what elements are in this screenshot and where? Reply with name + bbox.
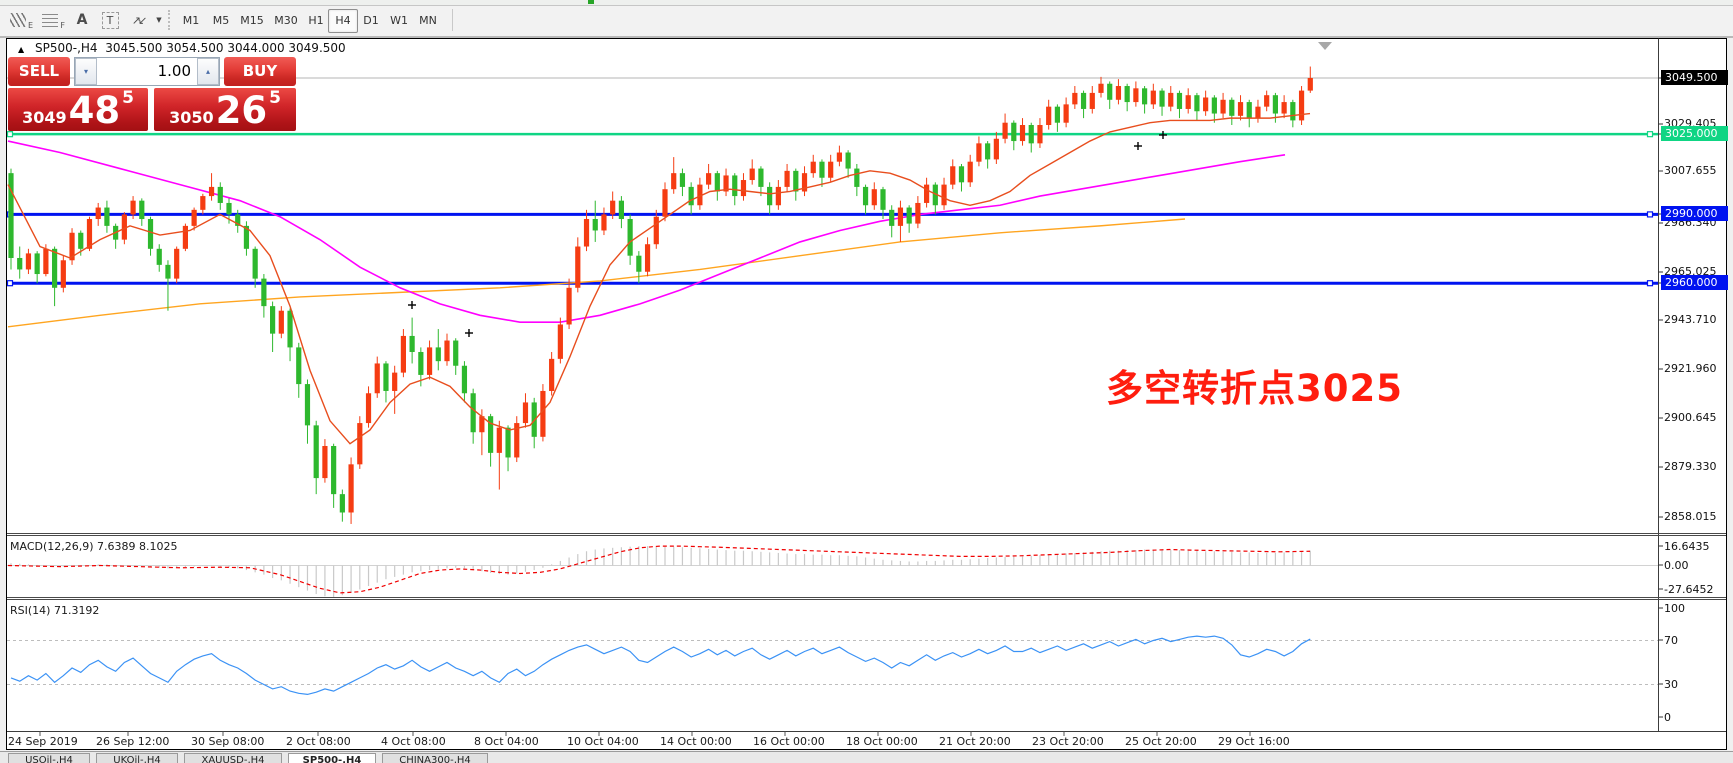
price-axis-label: 2900.645 bbox=[1664, 411, 1728, 425]
price-level-badge: 2990.000 bbox=[1661, 206, 1728, 221]
ask-price-small: 3050 bbox=[169, 107, 214, 129]
time-axis-label: 18 Oct 00:00 bbox=[846, 735, 918, 748]
price-axis-label: 2858.015 bbox=[1664, 510, 1728, 524]
bid-price-display[interactable]: 3049485 bbox=[8, 88, 148, 131]
one-click-trade-panel: SELL ▾ 1.00 ▴ BUY 3049485 3050265 bbox=[8, 57, 296, 131]
rsi-axis-label: 100 bbox=[1664, 602, 1728, 616]
sell-button[interactable]: SELL bbox=[8, 57, 70, 86]
line-handle[interactable] bbox=[1648, 212, 1653, 217]
price-axis-label: 3007.655 bbox=[1664, 164, 1728, 178]
time-axis-label: 10 Oct 04:00 bbox=[567, 735, 639, 748]
volume-input[interactable]: 1.00 bbox=[97, 58, 197, 85]
chart-tab-usoilh4[interactable]: USOil-,H4 bbox=[8, 753, 90, 763]
line-handle[interactable] bbox=[1648, 132, 1653, 137]
time-axis-label: 2 Oct 08:00 bbox=[286, 735, 351, 748]
chart-title: ▲ SP500-,H4 3045.500 3054.500 3044.000 3… bbox=[18, 41, 346, 55]
buy-button[interactable]: BUY bbox=[224, 57, 296, 86]
macd-indicator-label: MACD(12,26,9) 7.6389 8.1025 bbox=[10, 540, 178, 553]
time-axis-label: 8 Oct 04:00 bbox=[474, 735, 539, 748]
rsi-axis-label: 30 bbox=[1664, 678, 1728, 692]
line-handle[interactable] bbox=[1648, 281, 1653, 286]
time-axis-label: 24 Sep 2019 bbox=[8, 735, 78, 748]
rsi-indicator-label: RSI(14) 71.3192 bbox=[10, 604, 99, 617]
bid-price-sup: 5 bbox=[122, 79, 134, 117]
chart-tab-strip: USOil-,H4 UKOil-,H4 XAUUSD-,H4 SP500-,H4 CHI… bbox=[0, 751, 1733, 763]
chart-tab-sp500h4[interactable]: SP500-,H4 bbox=[288, 753, 376, 763]
price-axis-label: 2943.710 bbox=[1664, 313, 1728, 327]
chart-tab-ukoilh4[interactable]: UKOil-,H4 bbox=[96, 753, 178, 763]
price-axis-label: 2921.960 bbox=[1664, 362, 1728, 376]
ask-price-sup: 5 bbox=[269, 79, 281, 117]
ask-price-big: 26 bbox=[216, 93, 268, 129]
chart-tab-china300h4[interactable]: CHINA300-,H4 bbox=[382, 753, 488, 763]
time-axis-label: 14 Oct 00:00 bbox=[660, 735, 732, 748]
time-axis-label: 4 Oct 08:00 bbox=[381, 735, 446, 748]
time-axis-label: 23 Oct 20:00 bbox=[1032, 735, 1104, 748]
price-axis-label: 2879.330 bbox=[1664, 460, 1728, 474]
ask-price-display[interactable]: 3050265 bbox=[154, 88, 296, 131]
macd-axis-label: 0.00 bbox=[1664, 559, 1728, 573]
price-level-badge: 3049.500 bbox=[1661, 70, 1728, 85]
volume-stepper: ▾ 1.00 ▴ bbox=[74, 57, 220, 86]
bid-price-big: 48 bbox=[69, 93, 121, 129]
time-axis-label: 29 Oct 16:00 bbox=[1218, 735, 1290, 748]
time-axis-label: 21 Oct 20:00 bbox=[939, 735, 1011, 748]
price-level-badge: 2960.000 bbox=[1661, 275, 1728, 290]
mt4-trading-app: EFAT↗↙▼M1M5M15M30H1H4D1W1MN ▲ SP500-,H4 … bbox=[0, 0, 1733, 763]
collapse-triangle-icon[interactable]: ▲ bbox=[18, 45, 24, 54]
time-axis-label: 16 Oct 00:00 bbox=[753, 735, 825, 748]
chart-symbol: SP500-,H4 bbox=[35, 41, 98, 55]
time-axis-label: 25 Oct 20:00 bbox=[1125, 735, 1197, 748]
macd-axis-label: 16.6435 bbox=[1664, 540, 1728, 554]
chart-tab-xauusdh4[interactable]: XAUUSD-,H4 bbox=[184, 753, 282, 763]
rsi-axis-label: 0 bbox=[1664, 711, 1728, 725]
line-handle[interactable] bbox=[8, 132, 13, 137]
time-axis-label: 30 Sep 08:00 bbox=[191, 735, 264, 748]
volume-decrease-button[interactable]: ▾ bbox=[75, 58, 97, 85]
macd-axis-label: -27.6452 bbox=[1664, 583, 1728, 597]
time-axis-label: 26 Sep 12:00 bbox=[96, 735, 169, 748]
chart-ohlc-values: 3045.500 3054.500 3044.000 3049.500 bbox=[105, 41, 345, 55]
chart-text-annotation[interactable]: 多空转折点3025 bbox=[1106, 358, 1403, 412]
rsi-axis-label: 70 bbox=[1664, 634, 1728, 648]
volume-increase-button[interactable]: ▴ bbox=[197, 58, 219, 85]
bid-price-small: 3049 bbox=[22, 107, 67, 129]
price-level-badge: 3025.000 bbox=[1661, 126, 1728, 141]
line-handle[interactable] bbox=[8, 281, 13, 286]
